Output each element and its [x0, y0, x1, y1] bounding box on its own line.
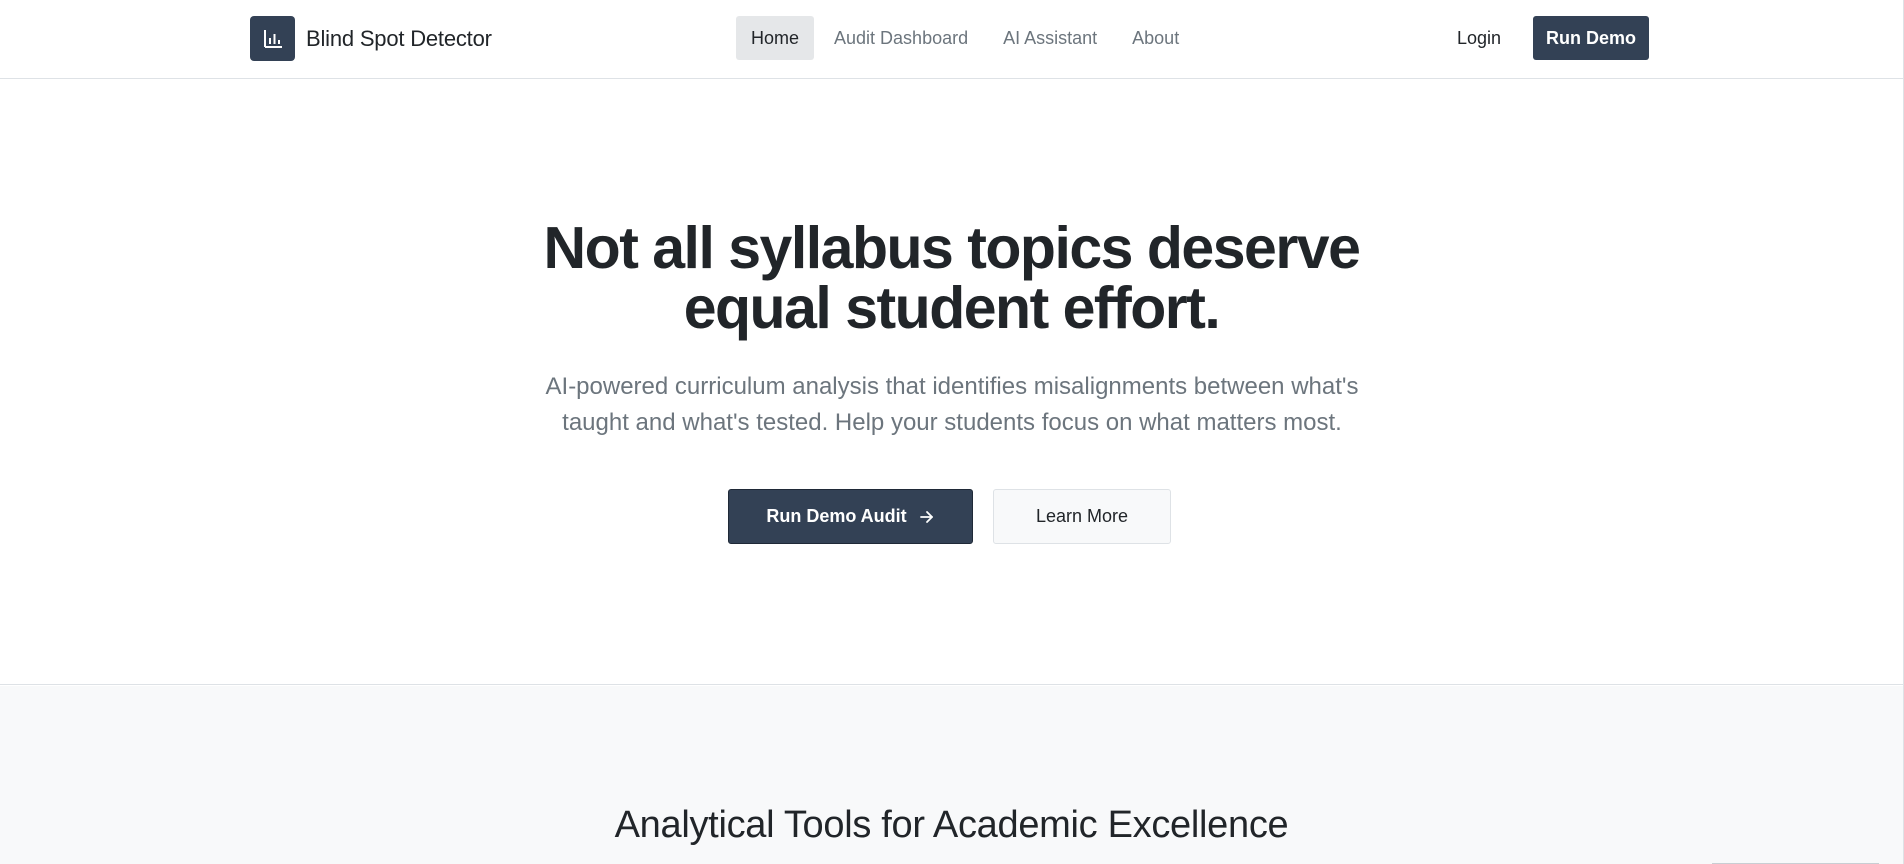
hero-title-line-1: Not all syllabus topics deserve: [543, 215, 1361, 281]
hero-actions: Run Demo Audit Learn More: [728, 489, 1171, 544]
login-link[interactable]: Login: [1457, 16, 1501, 60]
brand[interactable]: Blind Spot Detector: [250, 16, 492, 61]
arrow-right-icon: [919, 509, 935, 525]
run-demo-audit-label: Run Demo Audit: [766, 506, 907, 526]
logo: [250, 16, 295, 61]
run-demo-audit-button[interactable]: Run Demo Audit: [728, 489, 973, 544]
bar-chart-icon: [263, 29, 282, 48]
main-nav: Home Audit Dashboard AI Assistant About: [736, 16, 1194, 60]
tools-section: Analytical Tools for Academic Excellence: [0, 686, 1903, 864]
nav-about[interactable]: About: [1117, 16, 1194, 60]
nav-ai-assistant[interactable]: AI Assistant: [988, 16, 1112, 60]
hero-title-line-2: equal student effort.: [683, 275, 1221, 341]
hero-subtitle: AI-powered curriculum analysis that iden…: [452, 369, 1452, 441]
run-demo-button[interactable]: Run Demo: [1533, 16, 1649, 60]
hero-section: Not all syllabus topics deserve equal st…: [0, 79, 1903, 685]
hero-title: Not all syllabus topics deserve equal st…: [0, 218, 1903, 338]
hero-subtitle-line-2: taught and what's tested. Help your stud…: [562, 409, 1342, 436]
page: Blind Spot Detector Home Audit Dashboard…: [0, 0, 1904, 864]
brand-name: Blind Spot Detector: [306, 25, 492, 51]
tools-section-title: Analytical Tools for Academic Excellence: [614, 804, 1289, 846]
top-navbar: Blind Spot Detector Home Audit Dashboard…: [0, 0, 1903, 79]
learn-more-button[interactable]: Learn More: [993, 489, 1171, 544]
nav-audit-dashboard[interactable]: Audit Dashboard: [819, 16, 983, 60]
nav-home[interactable]: Home: [736, 16, 815, 60]
hero-subtitle-line-1: AI-powered curriculum analysis that iden…: [545, 373, 1359, 400]
